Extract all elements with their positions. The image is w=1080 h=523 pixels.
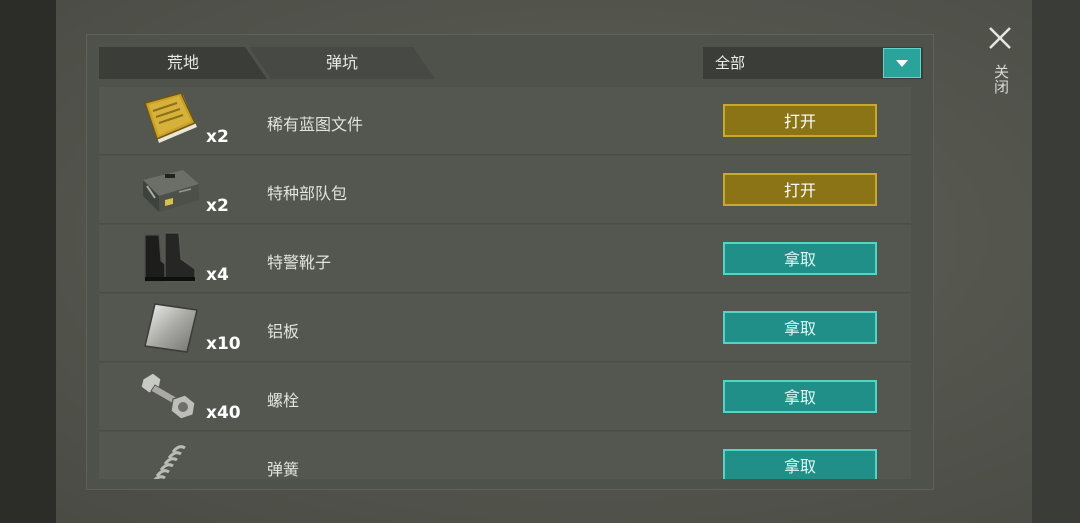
take-button[interactable]: 拿取	[723, 311, 877, 344]
item-name: 铝板	[267, 322, 300, 341]
boots-icon	[139, 231, 201, 287]
tab-wasteland[interactable]: 荒地	[99, 47, 267, 79]
item-name: 螺栓	[267, 391, 300, 410]
open-button[interactable]: 打开	[723, 104, 877, 137]
aluminum-plate-icon	[139, 300, 201, 356]
open-button[interactable]: 打开	[723, 173, 877, 206]
filter-dropdown[interactable]: 全部	[703, 47, 923, 79]
bolt-icon	[139, 369, 201, 425]
item-name: 稀有蓝图文件	[267, 115, 364, 134]
list-item: x40 螺栓 拿取	[99, 363, 911, 431]
item-list[interactable]: x2 稀有蓝图文件 打开 x2 特种部队包 打开 x4 特警靴子 拿取 x10 …	[99, 87, 911, 479]
military-crate-icon	[139, 162, 201, 218]
list-item: x4 特警靴子 拿取	[99, 225, 911, 293]
item-quantity: x2	[206, 127, 229, 147]
spring-icon	[139, 438, 201, 479]
list-item: x2 稀有蓝图文件 打开	[99, 87, 911, 155]
chevron-down-icon[interactable]	[883, 48, 921, 78]
tab-bar: 荒地 弹坑 全部	[99, 47, 923, 81]
blueprint-folder-icon	[139, 92, 201, 149]
take-button[interactable]: 拿取	[723, 449, 877, 479]
close-icon[interactable]	[988, 26, 1012, 50]
item-quantity: x40	[206, 403, 241, 423]
item-name: 弹簧	[267, 460, 300, 479]
filter-selected-value: 全部	[715, 54, 746, 72]
close-label: 关闭	[992, 64, 1010, 94]
left-edge	[0, 0, 56, 523]
tab-crater[interactable]: 弹坑	[249, 47, 435, 79]
loot-panel: 荒地 弹坑 全部 x2 稀有蓝图文件 打开 x2 特种部队包 打开 x4 特警靴…	[86, 34, 934, 490]
item-quantity: x10	[206, 334, 241, 354]
take-button[interactable]: 拿取	[723, 380, 877, 413]
list-item: 弹簧 拿取	[99, 432, 911, 479]
close-button[interactable]: 关闭	[984, 22, 1016, 110]
item-quantity: x4	[206, 265, 229, 285]
item-quantity: x2	[206, 196, 229, 216]
list-item: x2 特种部队包 打开	[99, 156, 911, 224]
item-name: 特警靴子	[267, 253, 332, 272]
game-screen: 荒地 弹坑 全部 x2 稀有蓝图文件 打开 x2 特种部队包 打开 x4 特警靴…	[0, 0, 1080, 523]
right-edge	[1032, 0, 1080, 523]
list-item: x10 铝板 拿取	[99, 294, 911, 362]
take-button[interactable]: 拿取	[723, 242, 877, 275]
item-name: 特种部队包	[267, 184, 348, 203]
